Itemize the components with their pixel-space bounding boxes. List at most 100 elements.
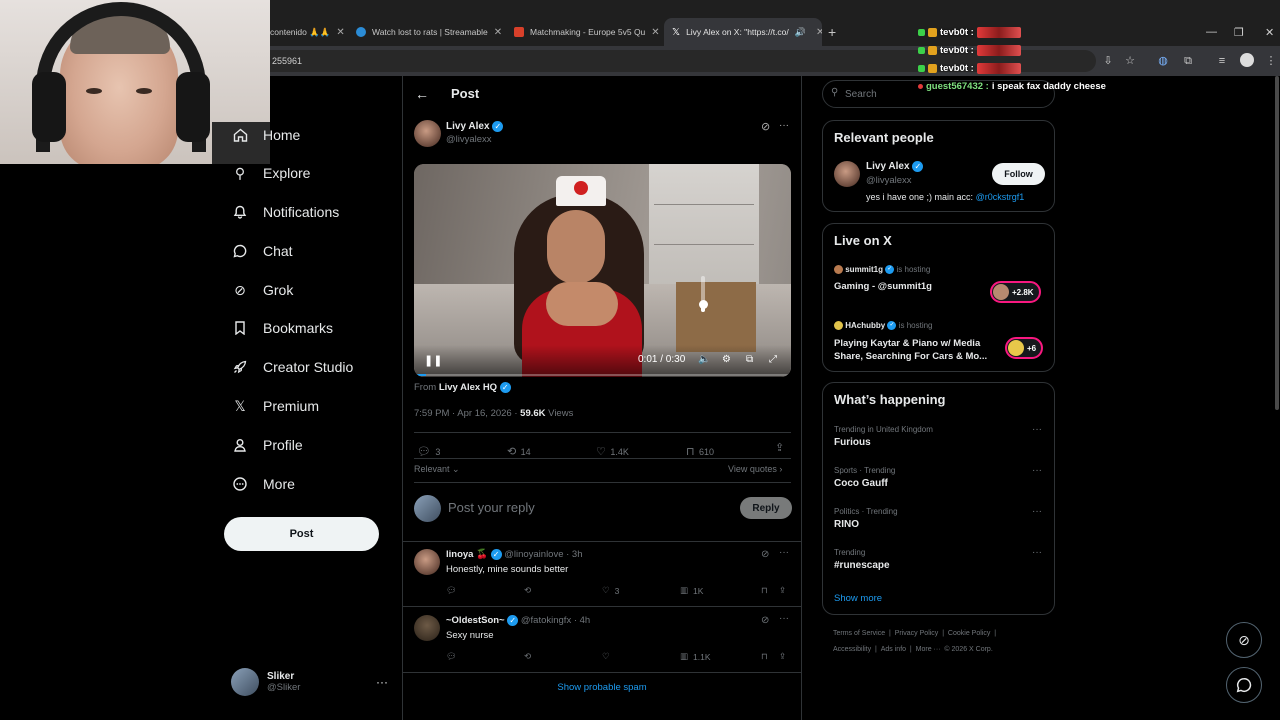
bio-link[interactable]: @r0ckstrgf1 [976,192,1025,202]
profile-avatar[interactable] [1240,53,1254,67]
close-tab-icon[interactable]: ✕ [651,27,659,38]
video-player[interactable]: ❚❚ 0:01 / 0:30 🔈 ⚙ ⧉ ⤢ [414,164,791,377]
trend-more-icon[interactable]: ··· [1032,424,1042,435]
nav-explore[interactable]: ⚲ Explore [232,163,311,183]
nav-grok[interactable]: ⊘ Grok [232,280,293,300]
reply-comment-button[interactable]: 💬︎ [446,651,457,662]
tab-audio-icon[interactable]: 🔊 [795,27,806,38]
footer-link[interactable]: Ads info [881,646,906,653]
reply-button[interactable]: Reply [740,497,792,519]
nav-more[interactable]: More [232,474,295,494]
trend-more-icon[interactable]: ··· [1032,547,1042,558]
footer-link[interactable]: More ··· [916,646,941,653]
footer-link[interactable]: Terms of Service [833,630,885,637]
browser-tab-active[interactable]: 𝕏 Livy Alex on X: "https://t.co/ 🔊 ✕ [664,18,822,46]
person-name-row[interactable]: Livy Alex ✓ [866,161,924,172]
account-switcher[interactable]: Sliker @Sliker [231,668,300,696]
extensions-icon[interactable]: ⧉ [1181,54,1195,68]
reply-views[interactable]: ▥ 1K [680,585,703,596]
grok-icon[interactable]: ⊘ [761,549,769,560]
reply-author[interactable]: ~OldestSon~ [446,615,505,626]
trend-name[interactable]: Coco Gauff [834,478,888,489]
nav-home[interactable]: Home [232,125,300,145]
grok-icon[interactable]: ⊘ [761,120,770,133]
pause-icon[interactable]: ❚❚ [424,354,442,367]
post-button[interactable]: Post [224,517,379,551]
new-tab-button[interactable]: + [828,24,836,40]
person-avatar[interactable] [834,161,860,187]
view-quotes-link[interactable]: View quotes › [728,464,782,474]
footer-link[interactable]: Accessibility [833,646,871,653]
reply-more-icon[interactable]: ··· [779,547,789,558]
share-icon[interactable]: ⇪ [779,585,786,596]
grok-icon[interactable]: ⊘ [761,615,769,626]
close-tab-icon[interactable]: ✕ [816,27,822,38]
trend-name[interactable]: Furious [834,437,871,448]
nav-creator-studio[interactable]: Creator Studio [232,357,353,377]
nav-chat[interactable]: Chat [232,241,293,261]
reply-repost-button[interactable]: ⟲ [524,585,531,596]
nav-notifications[interactable]: Notifications [232,202,339,222]
trend-name[interactable]: #runescape [834,560,890,571]
follow-button[interactable]: Follow [992,163,1045,185]
reply-avatar[interactable] [414,615,440,641]
live-host[interactable]: summit1g ✓ is hosting [834,265,930,275]
trend-name[interactable]: RINO [834,519,859,530]
author-avatar[interactable] [414,120,441,147]
reply-repost-button[interactable]: ⟲ [524,651,531,662]
show-more-link[interactable]: Show more [834,593,882,604]
reply-views[interactable]: ▥ 1.1K [680,651,711,662]
browser-tab[interactable]: Matchmaking - Europe 5v5 Qu ✕ [506,18,662,46]
live-title[interactable]: Playing Kaytar & Piano w/ Media Share, S… [834,337,994,363]
tab-search-icon[interactable]: ≡ [1215,54,1229,68]
reply-like-button[interactable]: ♡ 3 [602,585,619,596]
sort-dropdown[interactable]: Relevant ⌄ [414,464,460,475]
reply-avatar[interactable] [414,549,440,575]
trend-more-icon[interactable]: ··· [1032,506,1042,517]
reply-like-button[interactable]: ♡ [602,651,615,662]
audio-icon[interactable]: ◍ [1156,54,1170,68]
live-host[interactable]: HAchubby ✓ is hosting [834,321,933,331]
live-listeners[interactable]: +2.8K [990,281,1041,303]
close-tab-icon[interactable]: ✕ [336,27,344,38]
install-app-icon[interactable]: ⇩ [1101,54,1115,68]
page-scrollbar[interactable] [1275,76,1279,410]
close-window-button[interactable]: ✕ [1265,26,1274,39]
nav-bookmarks[interactable]: Bookmarks [232,318,333,338]
volume-knob[interactable] [699,300,708,310]
share-icon[interactable]: ⇪ [779,651,786,662]
nav-profile[interactable]: Profile [232,435,303,455]
live-title[interactable]: Gaming - @summit1g [834,281,932,292]
reply-more-icon[interactable]: ··· [779,613,789,624]
maximize-button[interactable]: ❐ [1234,26,1244,39]
messages-float-icon[interactable] [1226,667,1262,703]
bookmark-icon[interactable]: ⊓ [761,585,768,596]
bookmark-icon[interactable]: ⊓ [761,651,768,662]
picture-in-picture-icon[interactable]: ⧉ [746,354,753,365]
nav-premium[interactable]: 𝕏 Premium [232,396,319,416]
browser-tab[interactable]: Watch lost to rats | Streamable ✕ [348,18,504,46]
reply-input[interactable]: Post your reply [448,500,535,515]
trend-more-icon[interactable]: ··· [1032,465,1042,476]
author-handle[interactable]: @livyalexx [446,134,492,145]
reply-author[interactable]: linoya 🍒 [446,549,488,560]
settings-gear-icon[interactable]: ⚙ [722,354,731,365]
bookmark-star-icon[interactable]: ☆ [1123,54,1137,68]
footer-link[interactable]: Cookie Policy [948,630,990,637]
footer-link[interactable]: Privacy Policy [895,630,939,637]
from-attribution[interactable]: From Livy Alex HQ ✓ [414,382,511,393]
fullscreen-icon[interactable]: ⤢ [769,354,777,365]
video-progress-bar[interactable] [414,374,791,376]
browser-tab[interactable]: contenido 🙏🙏 ✕ [262,18,348,46]
browser-menu-icon[interactable]: ⋮ [1264,54,1278,68]
volume-icon[interactable]: 🔈 [698,354,710,365]
post-more-icon[interactable]: ··· [779,120,789,131]
account-more-icon[interactable]: ··· [376,675,388,689]
close-tab-icon[interactable]: ✕ [494,27,502,38]
grok-float-icon[interactable]: ⊘ [1226,622,1262,658]
back-arrow-icon[interactable]: ← [415,86,429,102]
share-icon[interactable]: ⇪ [775,441,784,454]
show-spam-link[interactable]: Show probable spam [403,682,801,693]
live-listeners[interactable]: +6 [1005,337,1044,359]
author-name-row[interactable]: Livy Alex ✓ [446,121,504,132]
